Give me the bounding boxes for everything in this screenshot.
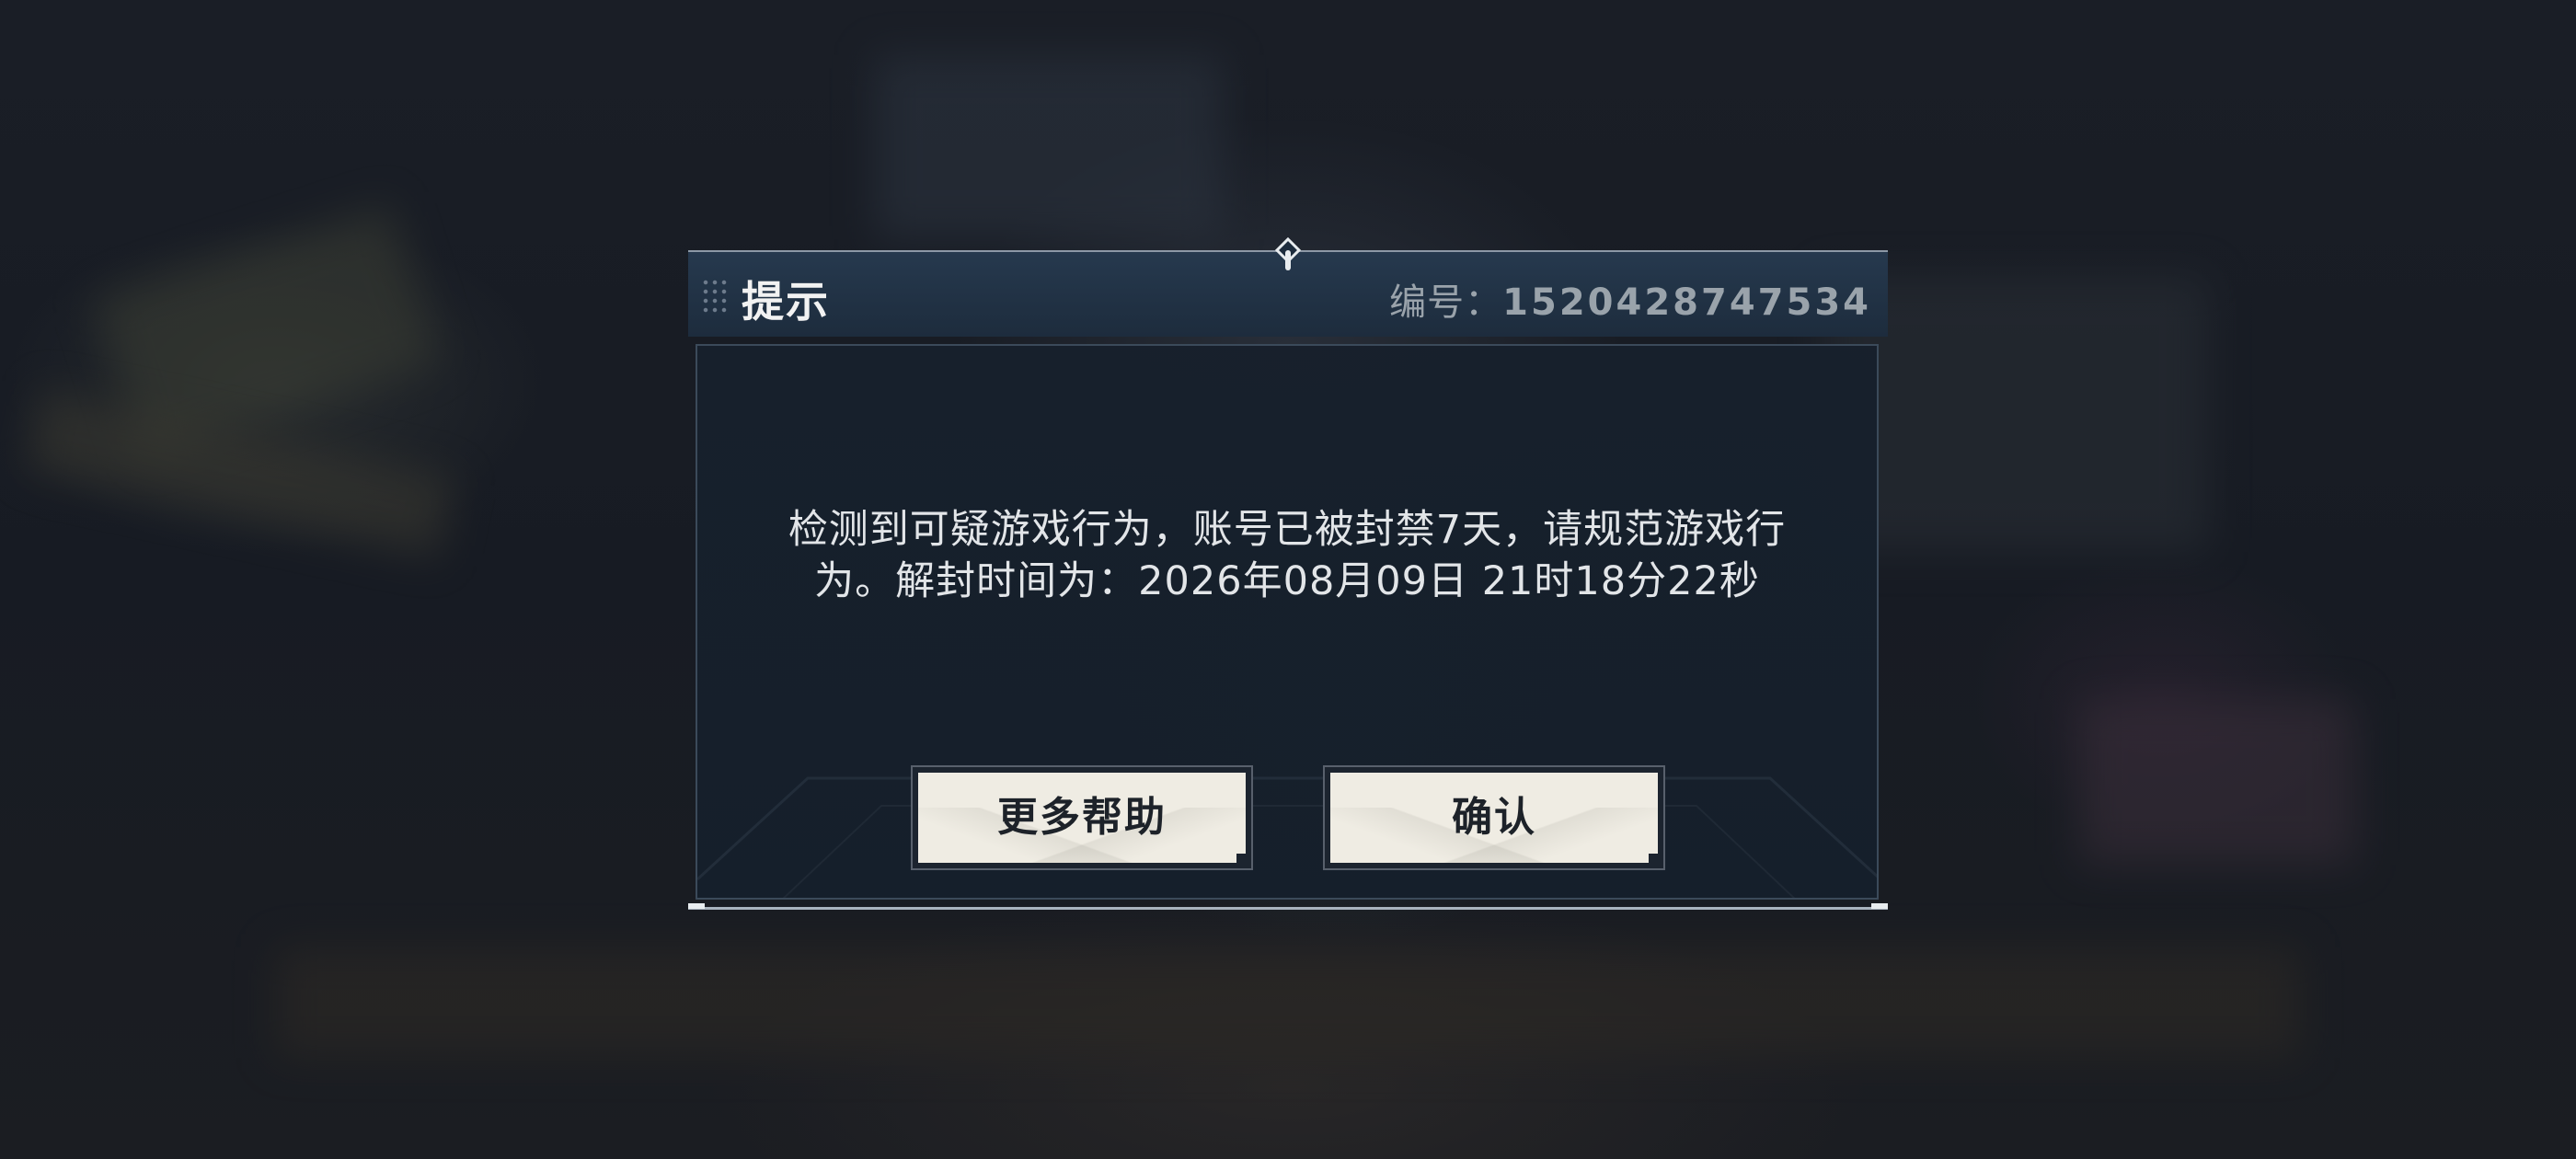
dialog-bottom-border: [688, 907, 1888, 910]
bottom-left-corner-accent: [688, 903, 705, 909]
ban-message-line-1: 检测到可疑游戏行为，账号已被封禁7天，请规范游戏行: [788, 507, 1787, 553]
serial-label: 编号：: [1389, 281, 1503, 324]
dialog-title: 提示: [742, 277, 830, 327]
confirm-button-face: 确认: [1330, 773, 1658, 863]
more-help-button[interactable]: 更多帮助: [911, 765, 1253, 870]
button-corner-notch: [1236, 854, 1246, 863]
background-shape: [2079, 699, 2355, 865]
ban-message-line-2: 为。解封时间为：2026年08月09日 21时18分22秒: [814, 558, 1760, 604]
background-shape: [276, 947, 2300, 1058]
ban-notice-dialog: 提示 编号：1520428747534 检测到可疑游戏行为，账号已被封禁7天，请…: [688, 237, 1888, 911]
serial-number: 1520428747534: [1502, 281, 1871, 324]
background-shape: [874, 55, 1224, 239]
bottom-right-corner-accent: [1871, 903, 1888, 909]
more-help-button-face: 更多帮助: [918, 773, 1246, 863]
dialog-body: 检测到可疑游戏行为，账号已被封禁7天，请规范游戏行 为。解封时间为：2026年0…: [696, 344, 1879, 900]
button-corner-notch: [1649, 854, 1658, 863]
panel-decoration: [697, 776, 1877, 898]
serial-number-display: 编号：1520428747534: [1389, 272, 1871, 326]
confirm-button[interactable]: 确认: [1323, 765, 1665, 870]
pin-marker-icon: [1274, 237, 1302, 270]
confirm-button-label: 确认: [1452, 794, 1536, 841]
ban-message: 检测到可疑游戏行为，账号已被封禁7天，请规范游戏行 为。解封时间为：2026年0…: [753, 504, 1822, 607]
grip-dots-icon: [701, 278, 729, 315]
more-help-button-label: 更多帮助: [997, 794, 1167, 841]
